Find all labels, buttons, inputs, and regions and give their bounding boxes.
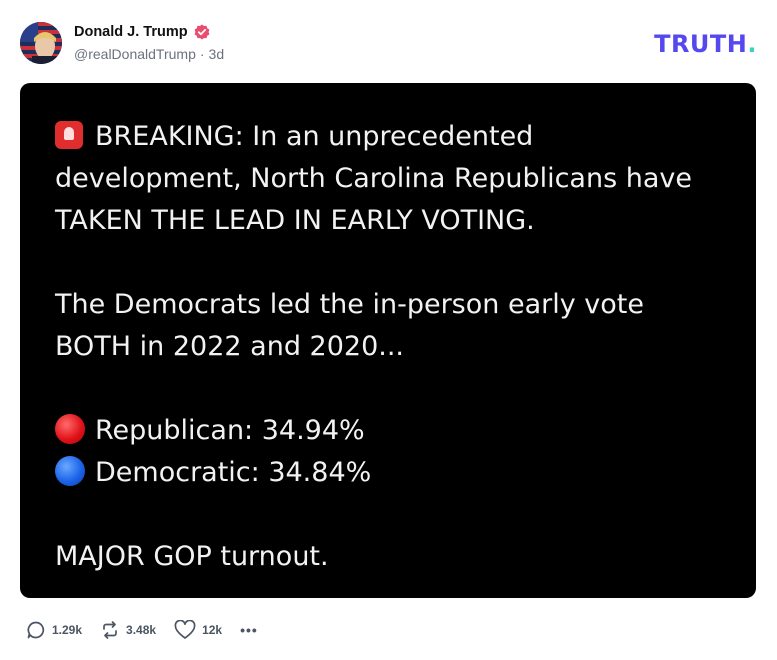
verified-badge-icon — [194, 24, 210, 40]
republican-value: Republican: 34.94% — [95, 415, 365, 446]
brand-word: TRUTH — [654, 30, 748, 58]
media-line-2: development, North Carolina Republicans … — [55, 163, 692, 194]
reply-icon — [26, 620, 46, 640]
brand-dot: . — [747, 30, 757, 58]
like-button[interactable]: 12k — [174, 620, 222, 640]
media-line-1: BREAKING: In an unprecedented — [95, 121, 534, 152]
post-age[interactable]: 3d — [209, 46, 225, 62]
retruth-button[interactable]: 3.48k — [100, 620, 156, 640]
author-handle[interactable]: @realDonaldTrump — [74, 46, 196, 62]
avatar[interactable] — [20, 22, 62, 64]
post-header: Donald J. Trump @realDonaldTrump · 3d TR… — [20, 18, 757, 68]
reply-count: 1.29k — [52, 623, 83, 637]
democratic-value: Democratic: 34.84% — [95, 457, 372, 488]
more-icon[interactable]: ••• — [240, 622, 258, 638]
retruth-icon — [100, 620, 120, 640]
media-line-3: TAKEN THE LEAD IN EARLY VOTING. — [55, 205, 535, 236]
media-line: BREAKING: In an unprecedented — [55, 116, 726, 158]
siren-icon — [55, 121, 83, 149]
democratic-row: Democratic: 34.84% — [55, 452, 726, 494]
truth-logo[interactable]: TRUTH. — [654, 30, 757, 58]
media-line-4: The Democrats led the in-person early vo… — [55, 289, 644, 320]
republican-row: Republican: 34.94% — [55, 410, 726, 452]
media-text: BREAKING: In an unprecedented developmen… — [55, 116, 726, 578]
like-count: 12k — [202, 623, 223, 637]
author-name[interactable]: Donald J. Trump — [74, 24, 188, 40]
retruth-count: 3.48k — [126, 623, 157, 637]
meta-separator: · — [199, 46, 205, 62]
media-line-5: BOTH in 2022 and 2020... — [55, 331, 405, 362]
reply-button[interactable]: 1.29k — [26, 620, 82, 640]
red-circle-icon — [55, 414, 85, 444]
action-bar: 1.29k 3.48k 12k ••• — [26, 620, 258, 640]
post-media-image[interactable]: BREAKING: In an unprecedented developmen… — [20, 83, 756, 598]
blue-circle-icon — [55, 456, 85, 486]
media-closing: MAJOR GOP turnout. — [55, 541, 329, 572]
heart-icon — [174, 620, 196, 640]
author-block: Donald J. Trump @realDonaldTrump · 3d — [74, 22, 224, 62]
